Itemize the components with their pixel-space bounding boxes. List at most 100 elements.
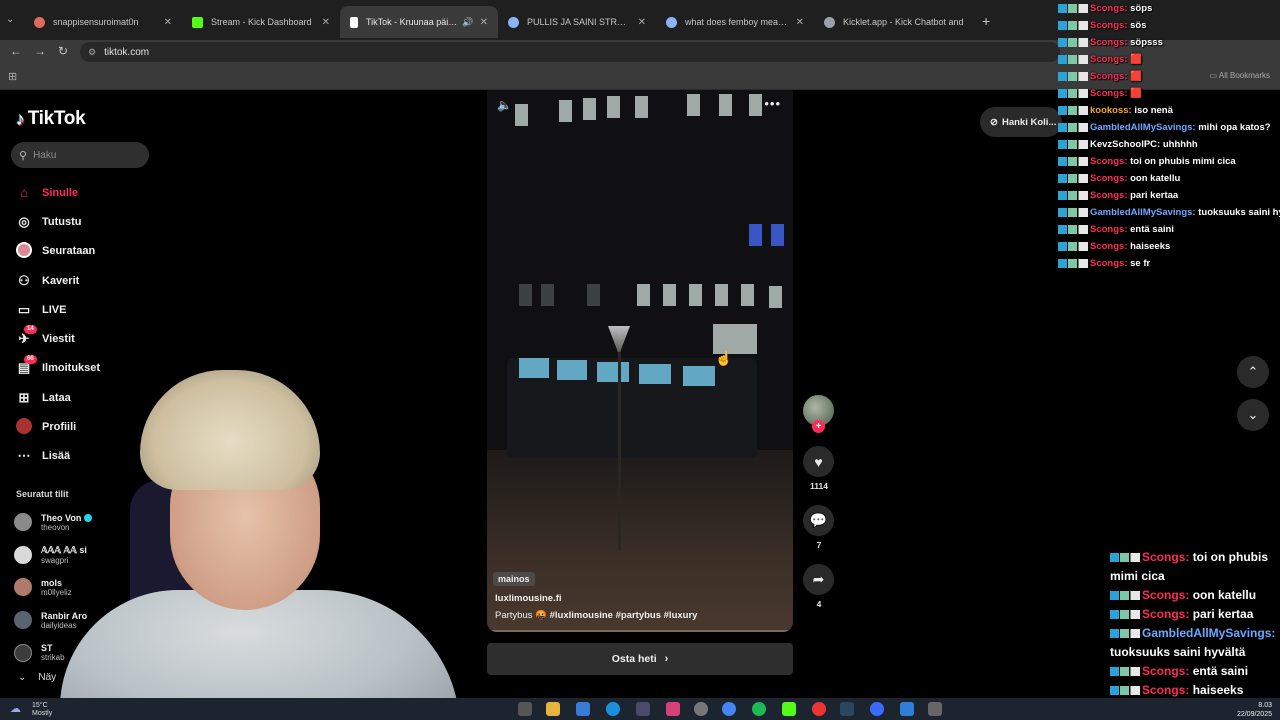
creator-avatar[interactable]: + — [803, 395, 834, 433]
taskview-icon[interactable] — [518, 702, 532, 716]
settings-icon[interactable] — [928, 702, 942, 716]
video-frame-window — [771, 224, 784, 246]
chat-text: haiseeks — [1130, 241, 1171, 252]
more-icon: ⋯ — [17, 448, 31, 464]
sidebar-item-label: Kaverit — [42, 274, 80, 287]
comment-icon: 💬 — [809, 512, 828, 528]
video-author-link[interactable]: luxlimousine.fi — [495, 593, 562, 604]
address-bar[interactable]: ⚙ tiktok.com — [80, 42, 1060, 62]
sidebar-item-sinulle[interactable]: ⌂ Sinulle — [14, 178, 164, 207]
like-button[interactable]: ♥ — [803, 446, 834, 477]
ad-badge: mainos — [493, 572, 535, 586]
chat-message: kookoss: iso nenä — [1058, 102, 1280, 119]
video-frame-window — [663, 284, 676, 306]
close-icon[interactable]: ✕ — [164, 17, 172, 28]
video-player[interactable]: 🔈 ••• mainos luxlimousine.fi Partybus 🤬 … — [487, 90, 793, 632]
sidebar-item-live[interactable]: ▭ LIVE — [14, 295, 164, 324]
weather-widget[interactable]: 15°C Mostly — [32, 702, 52, 718]
avatar — [14, 578, 32, 597]
site-info-icon[interactable]: ⚙ — [88, 47, 96, 58]
app-icon[interactable] — [694, 702, 708, 716]
close-icon[interactable]: ✕ — [796, 17, 804, 28]
instagram-icon[interactable] — [666, 702, 680, 716]
new-tab-icon[interactable]: + — [982, 13, 990, 29]
weather-desc: Mostly — [32, 710, 53, 717]
get-app-icon: ⊘ — [990, 116, 998, 128]
comment-button[interactable]: 💬 — [803, 505, 834, 536]
browser-tab-active[interactable]: TikTok - Kruunaa päiväsi 🔊 ✕ — [340, 6, 498, 38]
tab-favicon-icon — [824, 16, 835, 28]
back-icon[interactable]: ← — [10, 44, 22, 58]
close-icon[interactable]: ✕ — [638, 17, 646, 28]
chat-message: Scongs: 🟥 — [1058, 68, 1280, 85]
apps-grid-icon[interactable]: ⊞ — [8, 70, 17, 83]
chrome-icon[interactable] — [722, 702, 736, 716]
edge-icon[interactable] — [606, 702, 620, 716]
share-button[interactable]: ➦ — [803, 564, 834, 595]
copilot-icon[interactable] — [576, 702, 590, 716]
chat-username: Scongs — [1090, 224, 1125, 235]
app-icon[interactable] — [870, 702, 884, 716]
browser-tab[interactable]: snappisensuroimat0n ✕ — [24, 6, 182, 38]
tiktok-logo[interactable]: ♪ TikTok — [16, 108, 86, 130]
tab-search-icon[interactable]: ⌄ — [6, 14, 20, 28]
mouse-cursor-icon: ☝ — [715, 350, 733, 366]
browser-tab[interactable]: what does femboy mean - Goo ✕ — [656, 6, 814, 38]
video-progress-bar[interactable] — [487, 630, 793, 632]
chat-username: GambledAllMySavings — [1090, 122, 1193, 133]
show-more-button[interactable]: ⌄ Näy — [18, 672, 56, 683]
stream-chat-overlay-secondary: Scongs: toi on phubis mimi cica Scongs: o… — [1110, 548, 1280, 719]
opera-icon[interactable] — [812, 702, 826, 716]
search-box[interactable]: ⚲ — [11, 142, 149, 168]
tab-label: PULLIS JA SAINI STREAM - Goo — [527, 17, 632, 27]
chat-badges-icon — [1058, 173, 1088, 183]
steam-icon[interactable] — [840, 702, 854, 716]
chat-message: Scongs: entä saini — [1058, 221, 1280, 238]
video-frame-window — [559, 100, 572, 122]
search-input[interactable] — [33, 149, 134, 161]
app-icon[interactable] — [900, 702, 914, 716]
sidebar-item-tutustu[interactable]: ◎ Tutustu — [14, 207, 164, 236]
browser-tab[interactable]: Stream - Kick Dashboard ✕ — [182, 6, 340, 38]
volume-icon[interactable]: 🔈 — [497, 98, 512, 112]
system-clock[interactable]: 8.03 22/09/2025 — [1237, 701, 1272, 719]
tab-label: Kicklet.app - Kick Chatbot and — [843, 17, 964, 27]
chat-separator: : — [1185, 550, 1193, 564]
kick-icon[interactable] — [782, 702, 796, 716]
like-count: 1114 — [810, 481, 828, 491]
chat-badges-icon — [1110, 686, 1140, 696]
speaker-icon[interactable]: 🔊 — [462, 17, 473, 28]
spotify-icon[interactable] — [752, 702, 766, 716]
forward-icon[interactable]: → — [34, 44, 46, 58]
chat-username: Scongs — [1090, 54, 1125, 65]
chat-text: söpsss — [1130, 37, 1163, 48]
browser-tab[interactable]: Kicklet.app - Kick Chatbot and — [814, 6, 974, 38]
follow-plus-icon[interactable]: + — [812, 420, 825, 433]
chat-text: 🟥 — [1130, 71, 1142, 82]
close-icon[interactable]: ✕ — [322, 17, 330, 28]
video-frame-bus-window — [683, 366, 715, 386]
reload-icon[interactable]: ↻ — [58, 44, 68, 58]
video-frame-bus-window — [557, 360, 587, 380]
chat-badges-icon — [1058, 105, 1088, 115]
file-explorer-icon[interactable] — [546, 702, 560, 716]
sidebar-item-kaverit[interactable]: ⚇ Kaverit — [14, 266, 164, 295]
sidebar-item-seurataan[interactable]: Seurataan — [14, 237, 164, 266]
sidebar-item-viestit[interactable]: ✈ 14 Viestit — [14, 324, 164, 353]
chat-badges-icon — [1058, 37, 1088, 47]
chat-badges-icon — [1058, 139, 1088, 149]
clock-date: 22/09/2025 — [1236, 711, 1272, 718]
chat-separator: : — [1185, 683, 1193, 697]
next-video-button[interactable]: ⌄ — [1237, 399, 1269, 431]
browser-tab[interactable]: PULLIS JA SAINI STREAM - Goo ✕ — [498, 6, 656, 38]
chat-message: Scongs: oon katellu — [1058, 170, 1280, 187]
buy-now-button[interactable]: Osta heti › — [487, 643, 793, 675]
store-icon[interactable] — [636, 702, 650, 716]
video-frame-window — [749, 224, 762, 246]
share-icon: ➦ — [812, 571, 825, 587]
close-icon[interactable]: ✕ — [480, 17, 488, 28]
more-options-icon[interactable]: ••• — [764, 96, 781, 111]
get-app-button[interactable]: ⊘ Hanki Koli... — [980, 107, 1062, 137]
caption-hashtags[interactable]: #luxlimousine #partybus #luxury — [550, 610, 698, 621]
previous-video-button[interactable]: ⌃ — [1237, 356, 1269, 388]
